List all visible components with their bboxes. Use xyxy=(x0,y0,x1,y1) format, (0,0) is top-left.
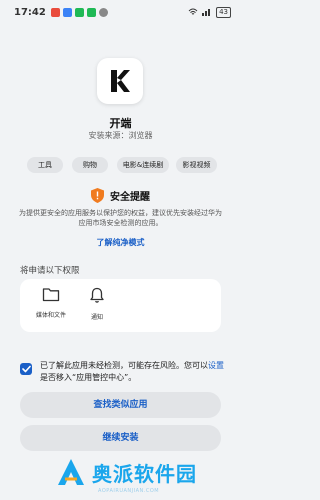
find-similar-apps-button[interactable]: 查找类似应用 xyxy=(20,392,221,418)
permission-notifications: 通知 xyxy=(77,287,117,321)
watermark: 奥派软件园 xyxy=(56,457,197,487)
k-logo-icon xyxy=(111,70,130,92)
watermark-logo-icon xyxy=(58,459,84,485)
security-header: 安全提醒 xyxy=(0,187,241,203)
app-notification-icon xyxy=(74,7,84,17)
watermark-subtext: AOPAIRUANJIAN.COM xyxy=(98,488,160,494)
status-bar: 17:42 43 xyxy=(0,0,241,24)
signal-icon xyxy=(202,9,211,16)
security-description: 为提供更安全的应用服务以保护您的权益，建议优先安装经过华为应用市场安全检测的应用… xyxy=(19,209,222,227)
notification-icons xyxy=(50,7,108,17)
checkmark-icon xyxy=(21,365,31,373)
status-time: 17:42 xyxy=(14,6,46,18)
watermark-text: 奥派软件园 xyxy=(92,461,197,486)
folder-icon xyxy=(42,288,60,302)
permission-label: 通知 xyxy=(90,314,103,321)
system-status: 43 xyxy=(188,6,231,18)
shield-warning-icon xyxy=(91,187,104,203)
tag-chip: 工具 xyxy=(27,157,63,173)
wifi-icon xyxy=(188,8,198,15)
app-name: 开端 xyxy=(109,117,132,130)
security-title: 安全提醒 xyxy=(110,191,150,203)
permissions-card: 媒体和文件 通知 xyxy=(20,279,221,332)
settings-link[interactable]: 设置 xyxy=(208,361,224,370)
consent-text-after: 是否移入“应用管控中心”。 xyxy=(40,373,137,382)
tag-chip: 电影&连续剧 xyxy=(117,157,169,173)
bell-icon xyxy=(90,287,104,303)
app-notification-icon xyxy=(86,7,96,17)
permission-media-files: 媒体和文件 xyxy=(31,287,71,319)
app-notification-icon xyxy=(62,7,72,17)
app-notification-icon xyxy=(98,7,108,17)
battery-indicator: 43 xyxy=(216,6,231,18)
app-notification-icon xyxy=(50,7,60,17)
permissions-heading: 将申请以下权限 xyxy=(20,266,80,276)
tag-chip: 影视视频 xyxy=(176,157,217,173)
permission-label: 媒体和文件 xyxy=(35,312,66,319)
pure-mode-link[interactable]: 了解纯净模式 xyxy=(0,237,241,248)
category-tags: 工具 购物 电影&连续剧 影视视频 xyxy=(0,157,241,173)
consent-checkbox[interactable] xyxy=(20,363,32,375)
tag-chip: 购物 xyxy=(72,157,108,173)
install-source: 安装来源：浏览器 xyxy=(88,131,153,140)
consent-text-before: 已了解此应用未经检测，可能存在风险。您可以 xyxy=(40,361,208,370)
consent-text: 已了解此应用未经检测，可能存在风险。您可以设置是否移入“应用管控中心”。 xyxy=(40,360,225,384)
app-icon xyxy=(97,58,143,104)
continue-install-button[interactable]: 继续安装 xyxy=(20,425,221,451)
